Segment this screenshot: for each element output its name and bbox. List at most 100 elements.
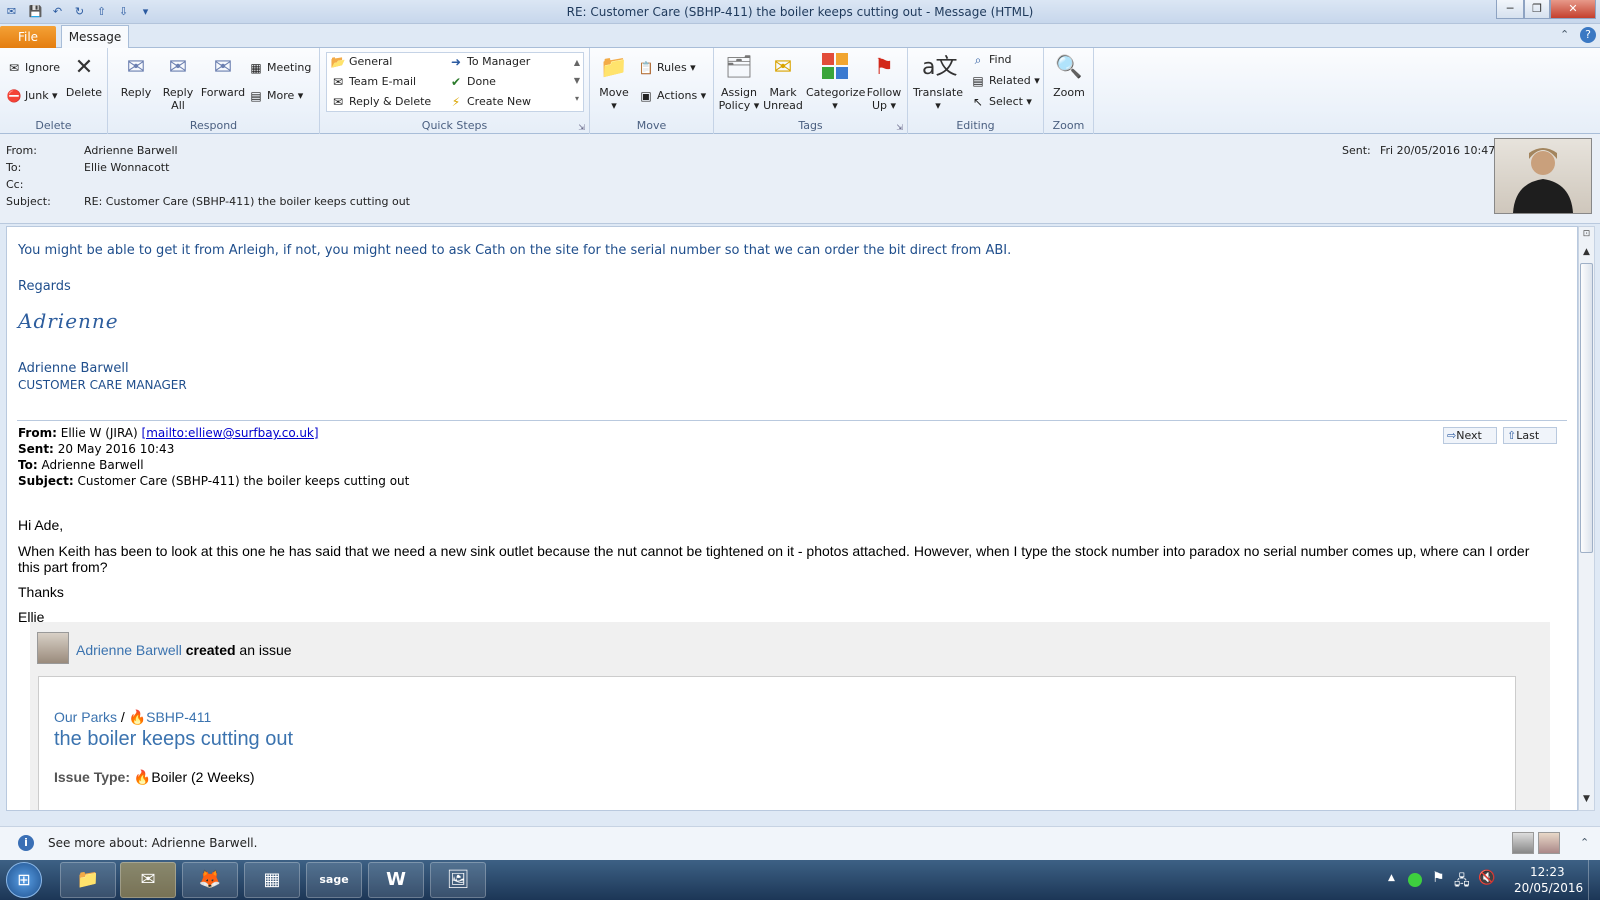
next-button[interactable]: ⇨Next: [1443, 427, 1497, 444]
show-hidden-icons[interactable]: ▲: [1388, 873, 1395, 883]
quick-step-create-new[interactable]: ⚡ Create New: [448, 94, 531, 110]
tags-dialog-launcher-icon[interactable]: ⇲: [896, 123, 903, 132]
minimize-ribbon-icon[interactable]: ⌃: [1560, 28, 1569, 41]
follow-up-button[interactable]: ⚑ Follow Up ▾: [864, 52, 904, 112]
group-zoom: 🔍 Zoom Zoom: [1044, 48, 1094, 134]
person-thumb-1[interactable]: [1512, 832, 1534, 854]
categorize-button[interactable]: Categorize ▾: [806, 52, 865, 112]
scroll-up-arrow[interactable]: ▲: [1580, 247, 1593, 261]
orig-sent-line: Sent: 20 May 2016 10:43: [18, 442, 175, 456]
last-button[interactable]: ⇧Last: [1503, 427, 1557, 444]
quick-step-done[interactable]: ✔ Done: [448, 74, 496, 90]
from-label: From:: [6, 144, 37, 157]
to-value[interactable]: Ellie Wonnacott: [84, 161, 169, 174]
magnifier-icon: 🔍: [1055, 55, 1083, 80]
jira-avatar: [37, 632, 69, 664]
from-value[interactable]: Adrienne Barwell: [84, 144, 178, 157]
scroll-thumb[interactable]: [1580, 263, 1593, 553]
word-taskbar-icon[interactable]: W: [368, 862, 424, 898]
delete-button[interactable]: ✕ Delete: [64, 52, 104, 99]
explorer-taskbar-icon[interactable]: 📁: [60, 862, 116, 898]
reply-icon: ✉: [126, 55, 146, 80]
tab-message[interactable]: Message: [61, 25, 129, 49]
maximize-button[interactable]: ❐: [1524, 0, 1550, 19]
group-label-quick-steps: Quick Steps: [421, 119, 488, 132]
envelope-icon: ✉: [773, 55, 793, 80]
forward-button[interactable]: ✉ Forward: [200, 52, 246, 99]
subject-value: RE: Customer Care (SBHP-411) the boiler …: [84, 195, 410, 208]
clock-time[interactable]: 12:23: [1530, 865, 1565, 879]
network-icon[interactable]: 🖧: [1454, 870, 1470, 894]
project-link[interactable]: Our Parks: [54, 709, 117, 725]
cursor-icon: ↖: [972, 95, 984, 109]
body-paragraph: When Keith has been to look at this one …: [18, 543, 1530, 575]
show-desktop-button[interactable]: [1588, 860, 1600, 900]
minimize-button[interactable]: ─: [1496, 0, 1524, 19]
sage-taskbar-icon[interactable]: sage: [306, 862, 362, 898]
translate-button[interactable]: a文 Translate ▾: [910, 52, 966, 112]
close-button[interactable]: ✕: [1550, 0, 1596, 19]
junk-button[interactable]: ⛔ Junk ▾: [6, 88, 58, 104]
zoom-toggle-icon[interactable]: ⊡: [1580, 229, 1593, 243]
move-button[interactable]: 📁 Move ▾: [596, 52, 632, 112]
forward-arrow-icon: ➜: [450, 55, 462, 69]
related-icon: ▤: [972, 74, 984, 88]
check-icon: ✔: [450, 75, 462, 89]
quick-step-team-email[interactable]: ✉ Team E-mail: [330, 74, 416, 90]
junk-icon: ⛔: [6, 89, 22, 103]
status-green-icon[interactable]: [1408, 873, 1422, 887]
team-email-icon: ✉: [332, 75, 344, 89]
zoom-button[interactable]: 🔍 Zoom: [1048, 52, 1090, 99]
expand-pane-icon[interactable]: ⌃: [1580, 836, 1589, 849]
calendar-app-taskbar-icon[interactable]: ▦: [244, 862, 300, 898]
message-body[interactable]: You might be able to get it from Arleigh…: [6, 226, 1578, 811]
assign-policy-button[interactable]: 🗂 Assign Policy ▾: [718, 52, 760, 112]
help-icon[interactable]: ?: [1580, 27, 1596, 43]
start-button[interactable]: ⊞: [6, 862, 42, 898]
reply-all-button[interactable]: ✉ Reply All: [158, 52, 198, 112]
rules-icon: 📋: [638, 61, 654, 75]
more-button[interactable]: ▤ More ▾: [248, 88, 303, 104]
orig-to-line: To: Adrienne Barwell: [18, 458, 144, 472]
group-editing: a文 Translate ▾ ⌕ Find ▤ Related ▾ ↖ Select ▾ …: [908, 48, 1044, 134]
clock-date[interactable]: 20/05/2016: [1514, 881, 1583, 895]
vertical-scrollbar[interactable]: ⊡ ▲ ▼: [1578, 226, 1595, 811]
dialog-launcher-icon[interactable]: ⇲: [578, 123, 585, 132]
ignore-button[interactable]: ✉ Ignore: [6, 60, 60, 76]
rules-button[interactable]: 📋 Rules ▾: [638, 60, 696, 76]
info-icon: i: [18, 835, 34, 851]
find-button[interactable]: ⌕ Find: [970, 52, 1012, 68]
issue-title-link[interactable]: the boiler keeps cutting out: [54, 728, 293, 751]
actions-icon: ▣: [640, 89, 652, 103]
reply-button[interactable]: ✉ Reply: [116, 52, 156, 99]
meeting-button[interactable]: ▦ Meeting: [248, 60, 311, 76]
lightning-icon: ⚡: [451, 95, 461, 109]
issue-card: Our Parks / 🔥SBHP-411 the boiler keeps c…: [38, 676, 1516, 810]
quick-steps-scroll[interactable]: ▲ ▼ ▾: [572, 54, 582, 110]
action-center-flag-icon[interactable]: ⚑: [1432, 870, 1445, 886]
see-more-about-text[interactable]: See more about: Adrienne Barwell.: [48, 836, 257, 850]
sent-label: Sent:: [1342, 144, 1371, 157]
jira-user-link[interactable]: Adrienne Barwell: [76, 642, 182, 658]
quick-step-reply-delete[interactable]: ✉ Reply & Delete: [330, 94, 431, 110]
actions-button[interactable]: ▣ Actions ▾: [638, 88, 706, 104]
person-thumb-2[interactable]: [1538, 832, 1560, 854]
tab-file[interactable]: File: [0, 26, 56, 48]
outlook-taskbar-icon[interactable]: ✉: [120, 862, 176, 898]
scroll-down-arrow[interactable]: ▼: [1580, 794, 1593, 808]
binoculars-icon: ⌕: [974, 53, 982, 67]
firefox-taskbar-icon[interactable]: 🦊: [182, 862, 238, 898]
sender-photo[interactable]: [1494, 138, 1592, 214]
volume-muted-icon[interactable]: 🔇: [1478, 870, 1495, 886]
issue-key-link[interactable]: SBHP-411: [146, 709, 211, 725]
jira-activity: Adrienne Barwell created an issue: [76, 642, 292, 658]
subject-label: Subject:: [6, 195, 51, 208]
select-button[interactable]: ↖ Select ▾: [970, 94, 1032, 110]
group-label-zoom: Zoom: [1052, 119, 1085, 132]
mark-unread-button[interactable]: ✉ Mark Unread: [762, 52, 804, 112]
quick-step-general[interactable]: 📂 General: [330, 54, 393, 70]
mailto-link[interactable]: [mailto:elliew@surfbay.co.uk]: [142, 426, 319, 440]
quick-step-to-manager[interactable]: ➜ To Manager: [448, 54, 530, 70]
picture-viewer-taskbar-icon[interactable]: 🖼: [430, 862, 486, 898]
related-button[interactable]: ▤ Related ▾: [970, 73, 1039, 89]
